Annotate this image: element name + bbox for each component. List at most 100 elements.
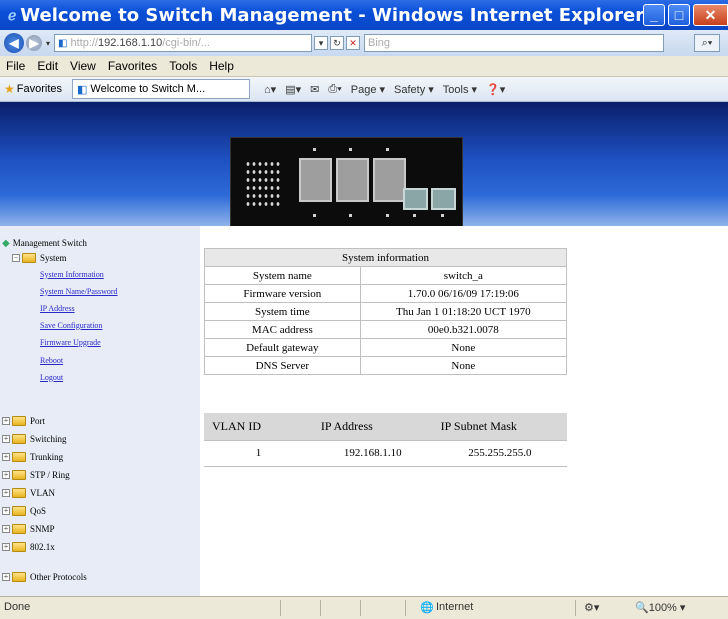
field-label: System time [204,302,361,321]
tree-root[interactable]: ◆ Management Switch [2,236,87,250]
column-header-subnet-mask: IP Subnet Mask [432,413,567,440]
favorites-star-icon: ★ [4,82,15,96]
menu-help[interactable]: Help [209,59,234,73]
tree-item-system[interactable]: − System [12,251,67,265]
link-label: Save Configuration [40,320,103,330]
help-icon[interactable]: ❓▾ [486,83,505,96]
link-firmware-upgrade[interactable]: Firmware Upgrade [40,335,101,349]
navigation-tree: ◆ Management Switch − System System Info… [0,226,200,596]
feeds-icon[interactable]: ▤▾ [285,83,301,96]
link-label: Logout [40,372,64,382]
tree-item-trunking[interactable]: + Trunking [2,450,63,464]
page-menu[interactable]: Page ▾ [351,83,385,96]
menu-tools[interactable]: Tools [169,59,197,73]
tree-item-port[interactable]: + Port [2,414,45,428]
status-text: Done [4,601,31,613]
minimize-button[interactable]: _ [643,4,665,26]
url-input[interactable]: ◧ http:// 192.168.1.10 /cgi-bin/... [54,34,313,52]
link-label: System Information [40,269,104,279]
url-dropdown-icon[interactable]: ▾ [314,36,329,50]
expand-icon[interactable]: + [2,543,10,551]
tree-item-qos[interactable]: + QoS [2,504,46,518]
link-label: IP Address [40,303,75,313]
link-system-name-password[interactable]: System Name/Password [40,284,118,298]
expand-icon[interactable]: + [2,417,10,425]
port-led [441,214,444,217]
expand-icon[interactable]: + [2,453,10,461]
status-divider [360,600,361,616]
browser-tab[interactable]: ◧ Welcome to Switch M... [72,79,251,99]
mail-icon[interactable]: ✉ [310,83,319,96]
link-system-information[interactable]: System Information [40,267,104,281]
expand-icon[interactable]: + [2,573,10,581]
link-label: Firmware Upgrade [40,337,101,347]
url-prefix: http:// [70,37,98,49]
field-label: Firmware version [204,284,361,303]
link-label: System Name/Password [40,286,118,296]
home-icon[interactable]: ⌂▾ [264,83,276,96]
close-button[interactable]: ✕ [693,4,728,26]
globe-icon: 🌐 [420,602,434,614]
column-header-vlan-id: VLAN ID [204,413,313,440]
menu-favorites[interactable]: Favorites [108,59,157,73]
tree-item-label: Switching [30,434,67,444]
tree-item-switching[interactable]: + Switching [2,432,67,446]
tree-item-stp-ring[interactable]: + STP / Ring [2,468,70,482]
tree-item-vlan[interactable]: + VLAN [2,486,55,500]
table-row: 1 192.168.1.10 255.255.255.0 [204,439,567,467]
vlan-ip-table: VLAN ID IP Address IP Subnet Mask 1 192.… [204,413,567,467]
zoom-level[interactable]: 🔍100% ▾ [635,601,685,614]
link-logout[interactable]: Logout [40,370,63,384]
print-icon[interactable]: ⎙▾ [328,83,341,96]
protected-mode-icon[interactable]: ⚙▾ [584,601,599,614]
title-bar: ℯ Welcome to Switch Management - Windows… [0,0,728,30]
expand-icon[interactable]: + [2,525,10,533]
tree-item-snmp[interactable]: + SNMP [2,522,55,536]
link-save-configuration[interactable]: Save Configuration [40,318,102,332]
ip-address-cell: 192.168.1.10 [312,439,433,467]
window-title: Welcome to Switch Management - Windows I… [20,4,645,26]
expand-icon[interactable]: + [2,435,10,443]
collapse-icon[interactable]: − [12,254,20,262]
field-label: DNS Server [204,356,361,375]
tree-item-8021x[interactable]: +802.1x [2,540,55,554]
tree-root-label: Management Switch [12,238,87,248]
status-divider [320,600,321,616]
port-led [413,214,416,217]
safety-menu[interactable]: Safety ▾ [394,83,434,96]
tree-item-label: STP / Ring [30,470,70,480]
stop-icon[interactable]: ✕ [346,36,361,50]
expand-icon[interactable]: + [2,471,10,479]
tools-menu[interactable]: Tools ▾ [443,83,477,96]
field-value: 1.70.0 06/16/09 17:19:06 [359,284,568,303]
port-led [313,214,316,217]
search-input[interactable]: Bing [364,34,665,52]
tree-item-other-protocols[interactable]: + Other Protocols [2,570,87,584]
link-ip-address[interactable]: IP Address [40,301,75,315]
back-button[interactable]: ◀ [4,33,24,53]
status-divider [575,600,576,616]
refresh-icon[interactable]: ↻ [330,36,345,50]
menu-edit[interactable]: Edit [37,59,58,73]
subnet-mask-cell: 255.255.255.0 [432,439,567,467]
status-divider [280,600,281,616]
link-reboot[interactable]: Reboot [40,353,63,367]
menu-file[interactable]: File [6,59,25,73]
status-bar: Done 🌐 Internet ⚙▾ 🔍100% ▾ [0,596,728,619]
url-rest: /cgi-bin/... [162,37,210,49]
address-bar: ◀ ▶ ▾ ◧ http:// 192.168.1.10 /cgi-bin/..… [0,30,728,56]
field-value: switch_a [359,266,568,285]
table-row: System name switch_a [204,266,568,285]
maximize-button[interactable]: □ [668,4,690,26]
zone-label: Internet [436,601,474,613]
favorites-button[interactable]: Favorites [17,83,62,95]
menu-view[interactable]: View [70,59,96,73]
expand-icon[interactable]: + [2,507,10,515]
search-button[interactable]: ⌕▾ [694,34,720,52]
port-led [349,214,352,217]
favorites-bar: ★ Favorites ◧ Welcome to Switch M... ⌂▾ … [0,77,728,102]
field-value: None [359,338,568,357]
expand-icon[interactable]: + [2,489,10,497]
history-dropdown-icon[interactable]: ▾ [46,39,50,48]
forward-button[interactable]: ▶ [26,35,42,51]
